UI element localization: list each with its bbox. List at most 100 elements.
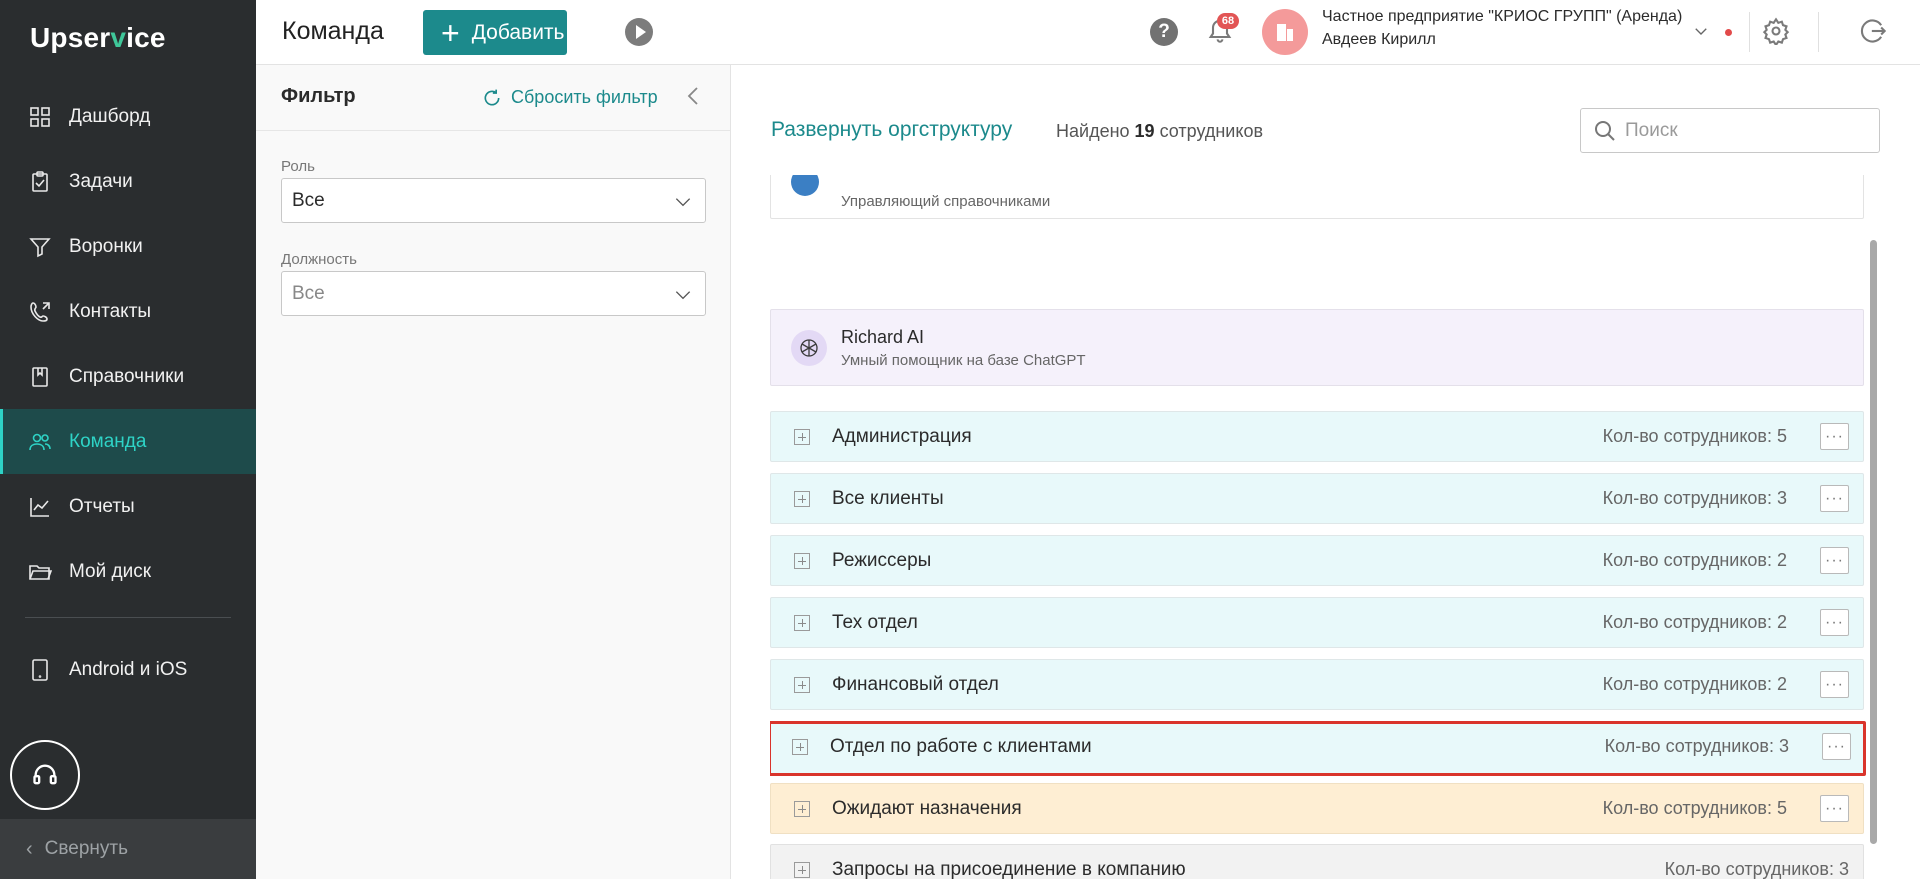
role-select-value: Все (292, 189, 325, 211)
expand-icon[interactable] (794, 429, 810, 445)
sidebar-item-contacts[interactable]: Контакты (0, 279, 256, 344)
support-button[interactable] (10, 740, 80, 810)
more-options-button[interactable]: ··· (1820, 795, 1849, 822)
more-options-button[interactable]: ··· (1820, 671, 1849, 698)
search-field[interactable] (1580, 108, 1880, 153)
more-options-button[interactable]: ··· (1820, 485, 1849, 512)
search-icon (1595, 120, 1615, 141)
folder-icon (29, 564, 52, 580)
gear-icon (1762, 17, 1790, 47)
reset-filter-label: Сбросить фильтр (511, 87, 658, 107)
sidebar-item-dashboard[interactable]: Дашборд (0, 84, 256, 149)
expand-icon[interactable] (794, 615, 810, 631)
sidebar-item-label: Задачи (69, 170, 133, 192)
sidebar-item-my-disk[interactable]: Мой диск (0, 539, 256, 604)
sidebar-item-tasks[interactable]: Задачи (0, 149, 256, 214)
chevron-left-icon (687, 87, 698, 105)
expand-icon[interactable] (794, 862, 810, 878)
sidebar-item-mobile-apps[interactable]: Android и iOS (0, 637, 256, 702)
position-select[interactable]: Все (281, 271, 706, 316)
company-name[interactable]: Частное предприятие "КРИОС ГРУПП" (Аренд… (1322, 8, 1682, 26)
team-icon (29, 433, 51, 450)
company-avatar[interactable] (1262, 9, 1308, 55)
department-row-waiting[interactable]: Ожидают назначения Кол-во сотрудников: 5… (770, 783, 1864, 834)
logout-button[interactable] (1859, 17, 1887, 50)
sidebar-item-label: Мой диск (69, 560, 152, 582)
question-icon: ? (1158, 21, 1170, 42)
tablet-icon (32, 658, 48, 681)
sidebar-nav-mobile: Android и iOS (0, 637, 256, 702)
filter-title: Фильтр (281, 85, 356, 107)
expand-orgstructure-link[interactable]: Развернуть оргструктуру (771, 118, 1012, 142)
employee-count: Кол-во сотрудников: 2 (1602, 674, 1787, 694)
department-name: Отдел по работе с клиентами (830, 736, 1092, 757)
expand-icon[interactable] (792, 739, 808, 755)
expand-icon[interactable] (794, 491, 810, 507)
more-options-button[interactable]: ··· (1820, 423, 1849, 450)
collapse-filter-button[interactable] (684, 84, 704, 108)
header-divider (1818, 12, 1819, 52)
filter-panel: Фильтр Сбросить фильтр Роль Все Должност… (256, 65, 731, 879)
member-role: Управляющий справочниками (841, 193, 1051, 210)
chart-icon (30, 497, 49, 517)
more-options-button[interactable]: ··· (1820, 547, 1849, 574)
department-row[interactable]: Администрация Кол-во сотрудников: 5 ··· (770, 411, 1864, 462)
sidebar-nav: Дашборд Задачи Воронки Контакты Справочн… (0, 84, 256, 604)
chevron-down-icon (673, 192, 693, 212)
page-title: Команда (282, 17, 384, 45)
openai-icon (800, 339, 818, 357)
company-switcher-button[interactable] (1692, 22, 1710, 40)
role-label: Роль (281, 158, 315, 175)
department-row[interactable]: Тех отдел Кол-во сотрудников: 2 ··· (770, 597, 1864, 648)
more-options-button[interactable]: ··· (1822, 733, 1851, 760)
team-main: Развернуть оргструктуру Найдено 19 сотру… (732, 65, 1920, 879)
ai-assistant-card[interactable]: Richard AI Умный помощник на базе ChatGP… (770, 309, 1864, 386)
dashboard-icon (30, 106, 50, 127)
help-button[interactable]: ? (1150, 18, 1178, 46)
department-name: Администрация (832, 426, 972, 447)
department-row[interactable]: Финансовый отдел Кол-во сотрудников: 2 ·… (770, 659, 1864, 710)
employee-count: Кол-во сотрудников: 2 (1602, 550, 1787, 570)
position-label: Должность (281, 251, 357, 268)
play-video-button[interactable] (625, 18, 653, 46)
sidebar-item-references[interactable]: Справочники (0, 344, 256, 409)
collapse-sidebar-button[interactable]: ‹ Свернуть (0, 819, 256, 879)
found-prefix: Найдено (1056, 121, 1130, 141)
headset-icon (33, 764, 57, 785)
department-row[interactable]: Режиссеры Кол-во сотрудников: 2 ··· (770, 535, 1864, 586)
sidebar-divider (25, 617, 231, 618)
department-row-join-requests[interactable]: Запросы на присоединение в компанию Кол-… (770, 844, 1864, 879)
chevron-down-icon (673, 285, 693, 305)
contacts-icon (30, 301, 50, 322)
notifications-badge: 68 (1217, 13, 1239, 29)
top-header: Команда + Добавить ? 68 Частное предприя… (256, 0, 1920, 65)
upservice-logo[interactable]: Upservice (30, 22, 166, 54)
role-select[interactable]: Все (281, 178, 706, 223)
sidebar-item-reports[interactable]: Отчеты (0, 474, 256, 539)
user-name[interactable]: Авдеев Кирилл (1322, 31, 1436, 49)
sidebar-item-label: Воронки (69, 235, 143, 257)
position-select-value: Все (292, 282, 325, 304)
expand-icon[interactable] (794, 677, 810, 693)
department-name: Режиссеры (832, 550, 932, 571)
add-button-label: Добавить (471, 20, 565, 44)
search-input[interactable] (1625, 119, 1865, 142)
add-button[interactable]: + Добавить (423, 10, 567, 55)
reset-filter-button[interactable]: Сбросить фильтр (482, 87, 658, 108)
scrollbar[interactable] (1870, 240, 1877, 844)
sidebar-item-funnels[interactable]: Воронки (0, 214, 256, 279)
member-card[interactable]: Управляющий справочниками (770, 175, 1864, 219)
sidebar-item-label: Дашборд (69, 105, 151, 127)
more-options-button[interactable]: ··· (1820, 609, 1849, 636)
department-row[interactable]: Все клиенты Кол-во сотрудников: 3 ··· (770, 473, 1864, 524)
department-row-highlighted[interactable]: Отдел по работе с клиентами Кол-во сотру… (770, 721, 1866, 776)
sidebar-item-label: Android и iOS (69, 658, 188, 680)
department-name: Финансовый отдел (832, 674, 999, 695)
found-count: 19 (1134, 121, 1155, 141)
settings-button[interactable] (1762, 17, 1790, 50)
expand-icon[interactable] (794, 553, 810, 569)
expand-icon[interactable] (794, 801, 810, 817)
sidebar-item-team[interactable]: Команда (0, 409, 256, 474)
chevron-down-icon (1695, 28, 1707, 35)
filter-header: Фильтр Сбросить фильтр (256, 65, 730, 131)
